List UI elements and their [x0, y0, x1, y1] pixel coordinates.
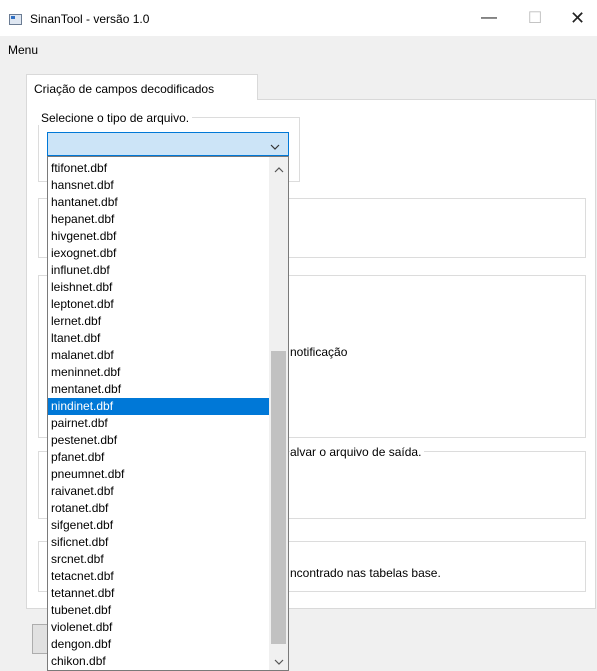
dropdown-item[interactable]: pfanet.dbf [48, 449, 269, 466]
dropdown-item[interactable]: pneumnet.dbf [48, 466, 269, 483]
dropdown-item[interactable]: sificnet.dbf [48, 534, 269, 551]
dropdown-item[interactable]: rotanet.dbf [48, 500, 269, 517]
minimize-button[interactable]: — [466, 0, 512, 36]
window-title: SinanTool - versão 1.0 [30, 12, 150, 26]
dropdown-item[interactable]: ltanet.dbf [48, 330, 269, 347]
dropdown-item[interactable]: influnet.dbf [48, 262, 269, 279]
dropdown-item[interactable]: meninnet.dbf [48, 364, 269, 381]
dropdown-item[interactable]: ftifonet.dbf [48, 160, 269, 177]
dropdown-item[interactable]: mentanet.dbf [48, 381, 269, 398]
dropdown-item[interactable]: raivanet.dbf [48, 483, 269, 500]
salvar-legend: alvar o arquivo de saída. [290, 445, 425, 459]
dropdown-item[interactable]: tetacnet.dbf [48, 568, 269, 585]
dropdown-scrollbar[interactable] [269, 157, 288, 670]
dropdown-item[interactable]: tubenet.dbf [48, 602, 269, 619]
dropdown-item[interactable]: lernet.dbf [48, 313, 269, 330]
dropdown-item[interactable]: leishnet.dbf [48, 279, 269, 296]
dropdown-item[interactable]: iexognet.dbf [48, 245, 269, 262]
dropdown-item[interactable]: violenet.dbf [48, 619, 269, 636]
dropdown-item[interactable]: hansnet.dbf [48, 177, 269, 194]
file-type-combobox[interactable] [47, 132, 289, 156]
file-type-legend: Selecione o tipo de arquivo. [38, 111, 193, 125]
scroll-up-icon[interactable] [269, 161, 288, 178]
scroll-thumb[interactable] [271, 351, 286, 644]
app-icon [9, 14, 22, 25]
dropdown-item[interactable]: leptonet.dbf [48, 296, 269, 313]
dropdown-items: ftifonet.dbf hansnet.dbf hantanet.dbf hepan… [48, 160, 269, 670]
dropdown-item[interactable]: hantanet.dbf [48, 194, 269, 211]
tab-label: Criação de campos decodificados [34, 82, 215, 96]
dropdown-item[interactable]: dengon.dbf [48, 636, 269, 653]
maximize-button[interactable]: ☐ [512, 0, 558, 36]
bottom-button[interactable] [32, 624, 48, 654]
notificacao-label: notificação [290, 345, 348, 359]
chevron-down-icon [270, 139, 280, 153]
file-type-dropdown-list[interactable]: ftifonet.dbf hansnet.dbf hantanet.dbf hepan… [47, 156, 289, 671]
dropdown-item[interactable]: malanet.dbf [48, 347, 269, 364]
dropdown-item[interactable]: chikon.dbf [48, 653, 269, 670]
menu-item-menu[interactable]: Menu [8, 43, 38, 57]
dropdown-item[interactable]: srcnet.dbf [48, 551, 269, 568]
close-button[interactable]: ✕ [558, 0, 597, 36]
menu-bar: Menu [0, 36, 597, 60]
scroll-down-icon[interactable] [269, 653, 288, 670]
encontrado-label: ncontrado nas tabelas base. [290, 566, 441, 580]
dropdown-item[interactable]: hivgenet.dbf [48, 228, 269, 245]
dropdown-item[interactable]: nindinet.dbf [48, 398, 269, 415]
dropdown-item[interactable]: pairnet.dbf [48, 415, 269, 432]
dropdown-item[interactable]: hepanet.dbf [48, 211, 269, 228]
tab-criacao[interactable]: Criação de campos decodificados [26, 74, 258, 100]
dropdown-item[interactable]: pestenet.dbf [48, 432, 269, 449]
dropdown-item[interactable]: sifgenet.dbf [48, 517, 269, 534]
dropdown-item[interactable]: tetannet.dbf [48, 585, 269, 602]
title-bar: SinanTool - versão 1.0 — ☐ ✕ [0, 0, 597, 36]
